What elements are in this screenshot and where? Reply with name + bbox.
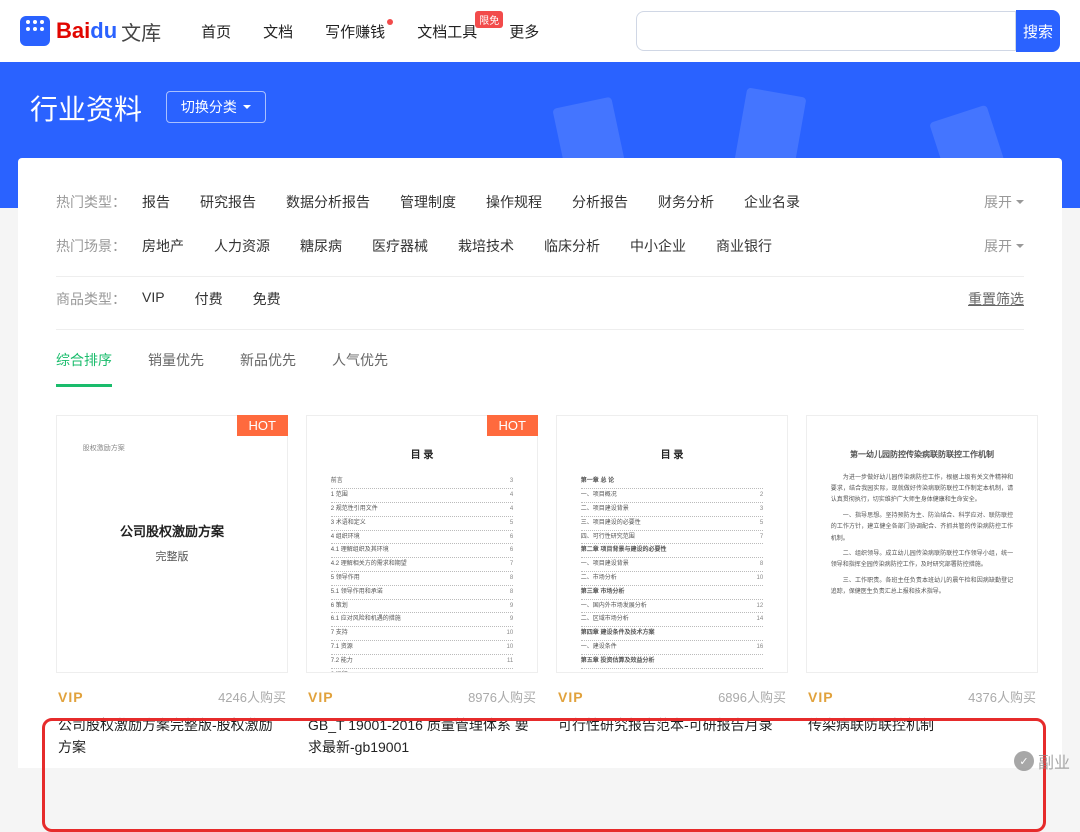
filter-item[interactable]: 糖尿病	[300, 236, 342, 256]
main-nav: 首页 文档 写作赚钱 文档工具限免 更多	[201, 21, 539, 42]
filter-item[interactable]: 付费	[195, 289, 223, 309]
buyers-count: 4376人购买	[968, 687, 1036, 706]
expand-button[interactable]: 展开	[984, 236, 1024, 256]
buyers-count: 4246人购买	[218, 687, 286, 706]
nav-docs[interactable]: 文档	[263, 21, 293, 42]
doc-card[interactable]: 第一幼儿园防控传染病联防联控工作机制 为进一步做好幼儿园传染病防控工作，根据上级…	[806, 415, 1038, 758]
buyers-count: 6896人购买	[718, 687, 786, 706]
filter-item[interactable]: 分析报告	[572, 192, 628, 212]
search-bar: 搜索	[636, 10, 1060, 52]
doc-card[interactable]: 目 录 第一章 总 论 一、项目概况2 二、项目建设背景3 三、项目建设的必要性…	[556, 415, 788, 758]
vip-badge: VIP	[58, 689, 84, 705]
sort-tab-new[interactable]: 新品优先	[240, 350, 296, 387]
wechat-icon: ✓	[1014, 751, 1034, 771]
filter-panel: 热门类型： 报告 研究报告 数据分析报告 管理制度 操作规程 分析报告 财务分析…	[18, 158, 1062, 768]
doc-card[interactable]: HOT 目 录 前言3 1 范围4 2 规范性引用文件4 3 术语和定义5 4 …	[306, 415, 538, 758]
free-badge: 限免	[475, 11, 503, 28]
nav-more[interactable]: 更多	[509, 21, 539, 42]
filter-item[interactable]: 免费	[253, 289, 281, 309]
sort-tabs: 综合排序 销量优先 新品优先 人气优先	[56, 330, 1024, 387]
search-input[interactable]	[636, 11, 1016, 51]
vip-badge: VIP	[558, 689, 584, 705]
filter-item[interactable]: 管理制度	[400, 192, 456, 212]
filter-row-type: 热门类型： 报告 研究报告 数据分析报告 管理制度 操作规程 分析报告 财务分析…	[56, 180, 1024, 224]
doc-title: 公司股权激励方案完整版-股权激励方案	[56, 714, 288, 758]
watermark: ✓ 副业	[1014, 749, 1070, 773]
filter-item[interactable]: 临床分析	[544, 236, 600, 256]
vip-badge: VIP	[808, 689, 834, 705]
doc-title: GB_T 19001-2016 质量管理体系 要求最新-gb19001	[306, 714, 538, 758]
filter-item[interactable]: 房地产	[142, 236, 184, 256]
doc-thumbnail: 股权激励方案 公司股权激励方案 完整版	[56, 415, 288, 673]
filter-item[interactable]: 财务分析	[658, 192, 714, 212]
sort-tab-popular[interactable]: 人气优先	[332, 350, 388, 387]
filter-item[interactable]: 数据分析报告	[286, 192, 370, 212]
doc-thumbnail: 目 录 第一章 总 论 一、项目概况2 二、项目建设背景3 三、项目建设的必要性…	[556, 415, 788, 673]
hot-badge: HOT	[237, 415, 288, 436]
reset-filter-button[interactable]: 重置筛选	[968, 289, 1024, 309]
doc-title: 传染病联防联控机制	[806, 714, 1038, 758]
nav-earn[interactable]: 写作赚钱	[325, 21, 385, 42]
filter-item[interactable]: 商业银行	[716, 236, 772, 256]
top-header: Baidu 文库 首页 文档 写作赚钱 文档工具限免 更多 搜索	[0, 0, 1080, 62]
filter-label: 热门场景：	[56, 236, 142, 256]
watermark-text: 副业	[1038, 749, 1070, 773]
page-title: 行业资料	[30, 88, 142, 128]
vip-badge: VIP	[308, 689, 334, 705]
filter-item[interactable]: 人力资源	[214, 236, 270, 256]
hot-badge: HOT	[487, 415, 538, 436]
buyers-count: 8976人购买	[468, 687, 536, 706]
filter-item[interactable]: 企业名录	[744, 192, 800, 212]
logo-text: Baidu	[56, 18, 117, 44]
baidu-paw-icon	[20, 16, 50, 46]
sort-tab-sales[interactable]: 销量优先	[148, 350, 204, 387]
nav-home[interactable]: 首页	[201, 21, 231, 42]
logo[interactable]: Baidu 文库	[20, 16, 161, 46]
doc-thumbnail: 第一幼儿园防控传染病联防联控工作机制 为进一步做好幼儿园传染病防控工作，根据上级…	[806, 415, 1038, 673]
filter-item[interactable]: 栽培技术	[458, 236, 514, 256]
doc-thumbnail: 目 录 前言3 1 范围4 2 规范性引用文件4 3 术语和定义5 4 组织环境…	[306, 415, 538, 673]
filter-item[interactable]: 医疗器械	[372, 236, 428, 256]
logo-suffix: 文库	[121, 17, 161, 46]
red-dot-icon	[387, 19, 393, 25]
sort-tab-default[interactable]: 综合排序	[56, 350, 112, 387]
filter-item[interactable]: 研究报告	[200, 192, 256, 212]
filter-item[interactable]: VIP	[142, 289, 165, 309]
doc-title: 可行性研究报告范本-可研报告月录	[556, 714, 788, 758]
expand-button[interactable]: 展开	[984, 192, 1024, 212]
results-grid: HOT 股权激励方案 公司股权激励方案 完整版 VIP 4246人购买 公司股权…	[56, 387, 1024, 768]
filter-row-product: 商品类型： VIP 付费 免费 重置筛选	[56, 277, 1024, 321]
filter-label: 热门类型：	[56, 192, 142, 212]
search-button[interactable]: 搜索	[1016, 10, 1060, 52]
filter-row-scene: 热门场景： 房地产 人力资源 糖尿病 医疗器械 栽培技术 临床分析 中小企业 商…	[56, 224, 1024, 268]
nav-tools[interactable]: 文档工具限免	[417, 21, 477, 42]
filter-label: 商品类型：	[56, 289, 142, 309]
filter-item[interactable]: 操作规程	[486, 192, 542, 212]
filter-item[interactable]: 报告	[142, 192, 170, 212]
filter-item[interactable]: 中小企业	[630, 236, 686, 256]
doc-card[interactable]: HOT 股权激励方案 公司股权激励方案 完整版 VIP 4246人购买 公司股权…	[56, 415, 288, 758]
switch-category-button[interactable]: 切换分类	[166, 91, 266, 123]
